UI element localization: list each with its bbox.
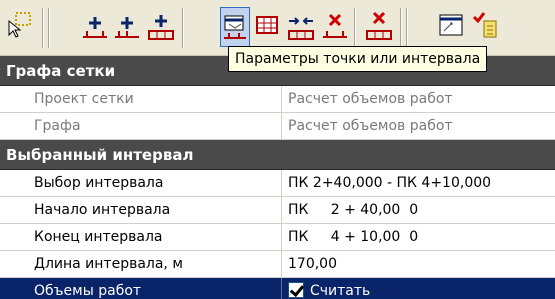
property-label: Начало интервала [0,197,282,223]
property-grid: Графа сетки Проект сетки Расчет объемов … [0,56,555,299]
property-value[interactable]: ПК 2 + 40,00 0 [282,197,555,223]
property-value[interactable]: Считать [282,278,555,299]
table-icon[interactable] [252,7,282,47]
property-label: Объемы работ [0,278,282,299]
property-row-interval-end[interactable]: Конец интервала ПК 4 + 10,00 0 [0,224,555,251]
checkbox-label: Считать [310,283,371,299]
edit-note-icon[interactable] [470,7,500,47]
delete-point-icon[interactable] [320,7,350,47]
calculate-checkbox[interactable] [288,282,304,298]
property-value[interactable]: ПК 2+40,000 - ПК 4+10,000 [282,170,555,196]
property-value[interactable]: ПК 4 + 10,00 0 [282,224,555,250]
property-label: Конец интервала [0,224,282,250]
toolbar-separator [354,8,356,48]
property-row-interval-select[interactable]: Выбор интервала ПК 2+40,000 - ПК 4+10,00… [0,170,555,197]
point-params-icon[interactable] [220,7,250,47]
toolbar-separator [48,8,50,48]
toolbar-separator [42,8,44,48]
split-interval-icon[interactable] [286,7,316,47]
delete-interval-icon[interactable] [364,7,394,47]
toolbar-separator [182,8,184,48]
add-point-alt-icon[interactable] [112,7,142,47]
property-row-column[interactable]: Графа Расчет объемов работ [0,113,555,140]
select-area-icon[interactable] [6,7,36,47]
toolbar-separator [406,8,408,48]
section-header-selected-interval[interactable]: Выбранный интервал [0,140,555,170]
property-row-interval-start[interactable]: Начало интервала ПК 2 + 40,00 0 [0,197,555,224]
property-label: Графа [0,113,282,139]
property-value: Расчет объемов работ [288,91,453,107]
toolbar-separator [400,8,402,48]
property-label: Длина интервала, м [0,251,282,277]
property-row-grid-project[interactable]: Проект сетки Расчет объемов работ [0,86,555,113]
property-label: Проект сетки [0,86,282,112]
add-interval-icon[interactable] [146,7,176,47]
property-row-interval-length[interactable]: Длина интервала, м 170,00 [0,251,555,278]
add-point-icon[interactable] [80,7,110,47]
property-value[interactable]: 170,00 [282,251,555,277]
property-row-work-volumes[interactable]: Объемы работ Считать [0,278,555,299]
property-label: Выбор интервала [0,170,282,196]
tooltip: Параметры точки или интервала [228,46,488,72]
properties-icon[interactable] [436,7,466,47]
property-value: Расчет объемов работ [288,118,453,134]
